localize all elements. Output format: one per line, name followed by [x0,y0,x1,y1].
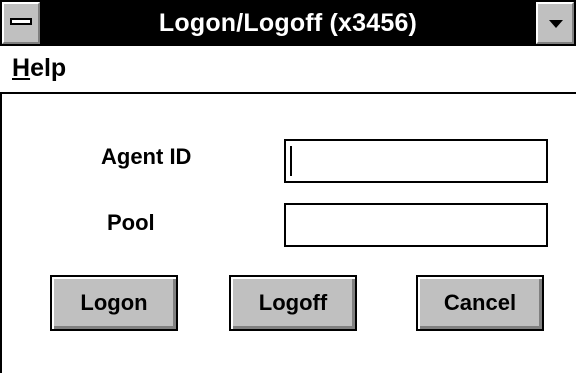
window-title: Logon/Logoff (x3456) [158,9,418,37]
menu-help-label: elp [30,54,67,82]
system-menu-icon [10,18,32,25]
menu-bar: Help [0,46,576,94]
logon-button[interactable]: Logon [50,275,178,331]
menu-help-mnemonic: H [12,54,31,82]
minimize-arrow-icon [549,20,563,28]
minimize-button[interactable] [536,2,574,44]
agent-id-label: Agent ID [101,144,192,169]
agent-id-input[interactable] [284,139,548,183]
text-caret [290,146,292,176]
menu-help[interactable]: Help [12,54,66,83]
title-bar: Logon/Logoff (x3456) [0,0,576,46]
system-menu-button[interactable] [2,2,40,44]
cancel-button[interactable]: Cancel [416,275,544,331]
window-left-border [0,94,2,373]
pool-input[interactable] [284,203,548,247]
logoff-button[interactable]: Logoff [229,275,357,331]
pool-label: Pool [107,210,155,235]
